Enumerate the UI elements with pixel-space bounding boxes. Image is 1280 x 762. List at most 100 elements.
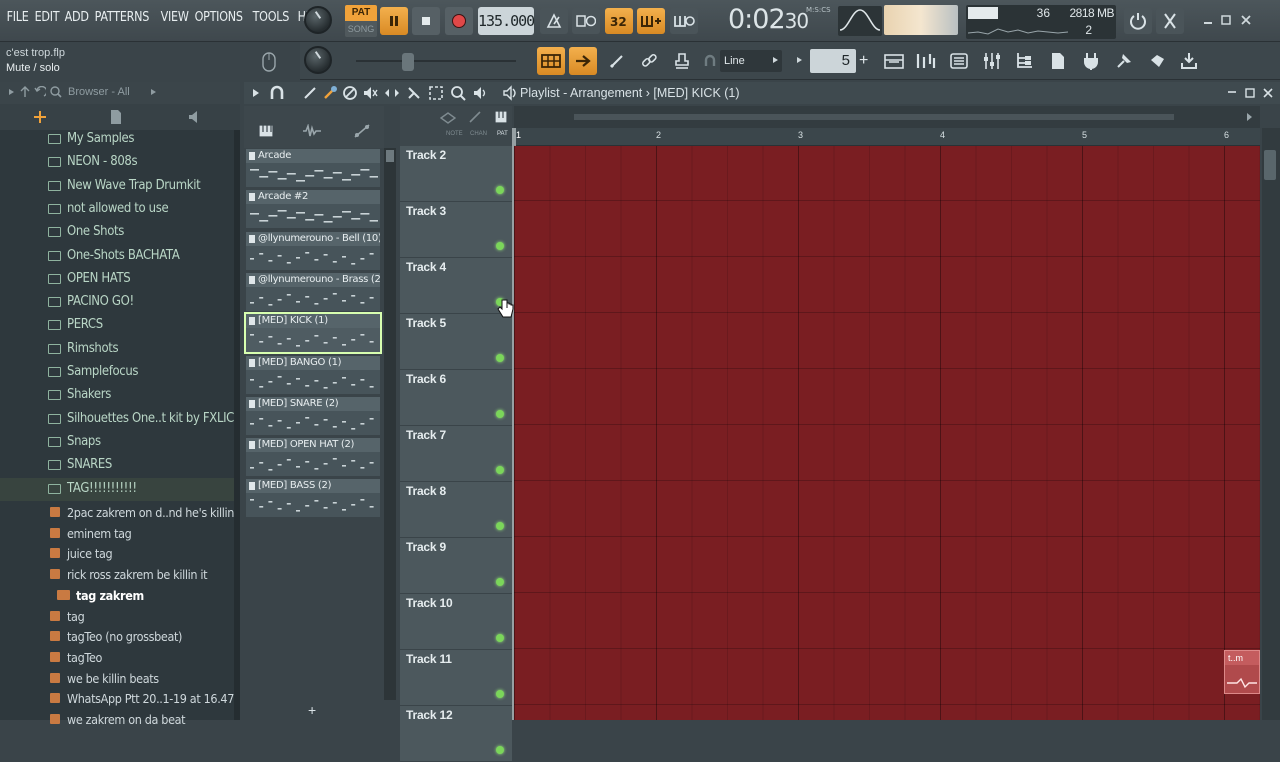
delete-tool-icon[interactable] <box>342 85 358 101</box>
browser-file[interactable]: eminem tag <box>0 523 234 544</box>
paint-tool-icon[interactable] <box>322 85 338 101</box>
pat-song-toggle[interactable]: PAT SONG <box>345 5 377 37</box>
browser-folder[interactable]: Rimshots <box>0 338 234 361</box>
countdown-button[interactable]: 32 <box>605 8 633 34</box>
select-tool-icon[interactable] <box>428 85 444 101</box>
playlist-close-icon[interactable] <box>1262 87 1274 99</box>
overview-scroll-right-icon[interactable] <box>1246 111 1254 123</box>
browser-folder[interactable]: Silhouettes One..t kit by FXLICIA <box>0 408 234 431</box>
piano-roll-button[interactable] <box>880 47 908 75</box>
tempo-display[interactable]: 135.000 <box>478 7 535 35</box>
zoom-tool-icon[interactable] <box>450 85 466 101</box>
browser-file[interactable]: rick ross zakrem be killin it <box>0 564 234 585</box>
arrow-tool-button[interactable] <box>569 47 597 75</box>
browser-folder[interactable]: NEON - 808s <box>0 151 234 174</box>
track-header[interactable]: Track 7 <box>400 426 512 482</box>
browser-folder[interactable]: Shakers <box>0 384 234 407</box>
menu-add[interactable]: ADD <box>62 10 91 25</box>
metronome-button[interactable] <box>540 8 568 34</box>
browser-folder[interactable]: One-Shots BACHATA <box>0 245 234 268</box>
step-prev-icon[interactable] <box>796 55 804 65</box>
playlist-overview[interactable] <box>514 106 1260 128</box>
track-mute-led[interactable] <box>496 186 504 194</box>
track-mute-led[interactable] <box>496 354 504 362</box>
mute-tool-icon[interactable] <box>362 85 378 101</box>
master-pitch-knob[interactable] <box>304 46 332 74</box>
browser-speaker-icon[interactable] <box>188 110 202 124</box>
piano-icon[interactable] <box>258 124 274 138</box>
pitch-slider-handle[interactable] <box>402 53 414 71</box>
loop-recording-button[interactable] <box>670 8 698 34</box>
note-icon[interactable] <box>440 112 456 124</box>
browser-folder[interactable]: New Wave Trap Drumkit <box>0 175 234 198</box>
browser-back-icon[interactable] <box>34 86 46 98</box>
pattern-clip[interactable]: [MED] KICK (1) <box>244 312 382 355</box>
browser-scrollbar[interactable] <box>234 130 240 720</box>
add-pattern-button[interactable]: + <box>308 702 316 718</box>
browser-folder[interactable]: TAG!!!!!!!!!!! <box>0 477 234 501</box>
slip-tool-icon[interactable] <box>384 85 400 101</box>
touch-controller-button[interactable] <box>1110 47 1138 75</box>
arrangement-grid[interactable] <box>514 146 1260 720</box>
pattern-clip[interactable]: [MED] BASS (2) <box>246 479 380 518</box>
track-mute-led[interactable] <box>496 746 504 754</box>
track-header[interactable]: Track 3 <box>400 202 512 258</box>
menu-options[interactable]: OPTIONS <box>192 10 245 25</box>
pattern-scrollbar[interactable] <box>384 148 396 700</box>
menu-edit[interactable]: EDIT <box>32 10 62 25</box>
track-mute-led[interactable] <box>496 410 504 418</box>
pattern-clip[interactable]: @llynumerouno - Brass (2) <box>246 272 380 311</box>
channel-icon[interactable] <box>468 110 482 124</box>
master-volume-knob[interactable] <box>304 6 332 34</box>
track-header[interactable]: Track 8 <box>400 482 512 538</box>
browser-file[interactable]: we be killin beats <box>0 668 234 689</box>
pattern-clip[interactable]: Arcade #2 <box>246 190 380 229</box>
stop-button[interactable] <box>412 7 440 35</box>
track-header[interactable]: Track 11 <box>400 650 512 706</box>
playlist-vertical-scrollbar-thumb[interactable] <box>1264 150 1276 180</box>
playlist-view-button[interactable] <box>537 47 565 75</box>
browser-folder[interactable]: Samplefocus <box>0 361 234 384</box>
pattern-clip[interactable]: Arcade <box>246 149 380 187</box>
stamp-tool-button[interactable] <box>668 47 696 75</box>
mixer-button[interactable] <box>978 47 1006 75</box>
browser-folder[interactable]: PERCS <box>0 314 234 337</box>
link-tool-button[interactable] <box>635 47 663 75</box>
track-mute-led[interactable] <box>496 690 504 698</box>
track-mute-led[interactable] <box>496 634 504 642</box>
maximize-button[interactable] <box>1218 12 1234 28</box>
browser-file[interactable]: WhatsApp Ptt 20..1-19 at 16.47.51 <box>0 688 234 709</box>
playlist-maximize-icon[interactable] <box>1244 87 1256 99</box>
browser-folder[interactable]: My Samples <box>0 128 234 151</box>
record-button[interactable] <box>445 7 473 35</box>
song-mode-label[interactable]: SONG <box>345 21 377 37</box>
browser-file[interactable]: 2pac zakrem on d..nd he's killin it <box>0 502 234 523</box>
track-header[interactable]: Track 5 <box>400 314 512 370</box>
draw-tool-icon[interactable] <box>302 85 318 101</box>
browser-file[interactable]: juice tag <box>0 543 234 564</box>
menu-tools[interactable]: TOOLS <box>250 10 292 25</box>
plugin-picker-button[interactable] <box>1077 47 1105 75</box>
browser-folder[interactable]: OPEN HATS <box>0 268 234 291</box>
track-header[interactable]: Track 6 <box>400 370 512 426</box>
track-mute-led[interactable] <box>496 242 504 250</box>
playlist-minimize-icon[interactable] <box>1226 84 1238 96</box>
pattern-clip[interactable]: [MED] BANGO (1) <box>246 355 380 394</box>
timeline-ruler[interactable] <box>514 128 1260 146</box>
pattern-scrollbar-thumb[interactable] <box>386 150 394 162</box>
menu-file[interactable]: FILE <box>4 10 31 25</box>
menu-patterns[interactable]: PATTERNS <box>92 10 152 25</box>
browser-file[interactable]: tagTeo (no grossbeat) <box>0 626 234 647</box>
pattern-clip[interactable]: @llynumerouno - Bell (10) <box>246 231 380 270</box>
render-button[interactable] <box>1175 47 1203 75</box>
audio-clip-icon[interactable] <box>302 124 322 138</box>
mixer-list-button[interactable] <box>945 47 973 75</box>
playlist-clip[interactable]: t..m <box>1224 650 1260 694</box>
play-pause-button[interactable] <box>380 7 408 35</box>
browser-search-icon[interactable] <box>50 86 62 98</box>
track-header[interactable]: Track 9 <box>400 538 512 594</box>
browser-files-icon[interactable] <box>110 109 122 125</box>
step-value[interactable]: 5 <box>810 49 856 73</box>
wait-for-input-button[interactable] <box>572 8 600 34</box>
track-header[interactable]: Track 10 <box>400 594 512 650</box>
